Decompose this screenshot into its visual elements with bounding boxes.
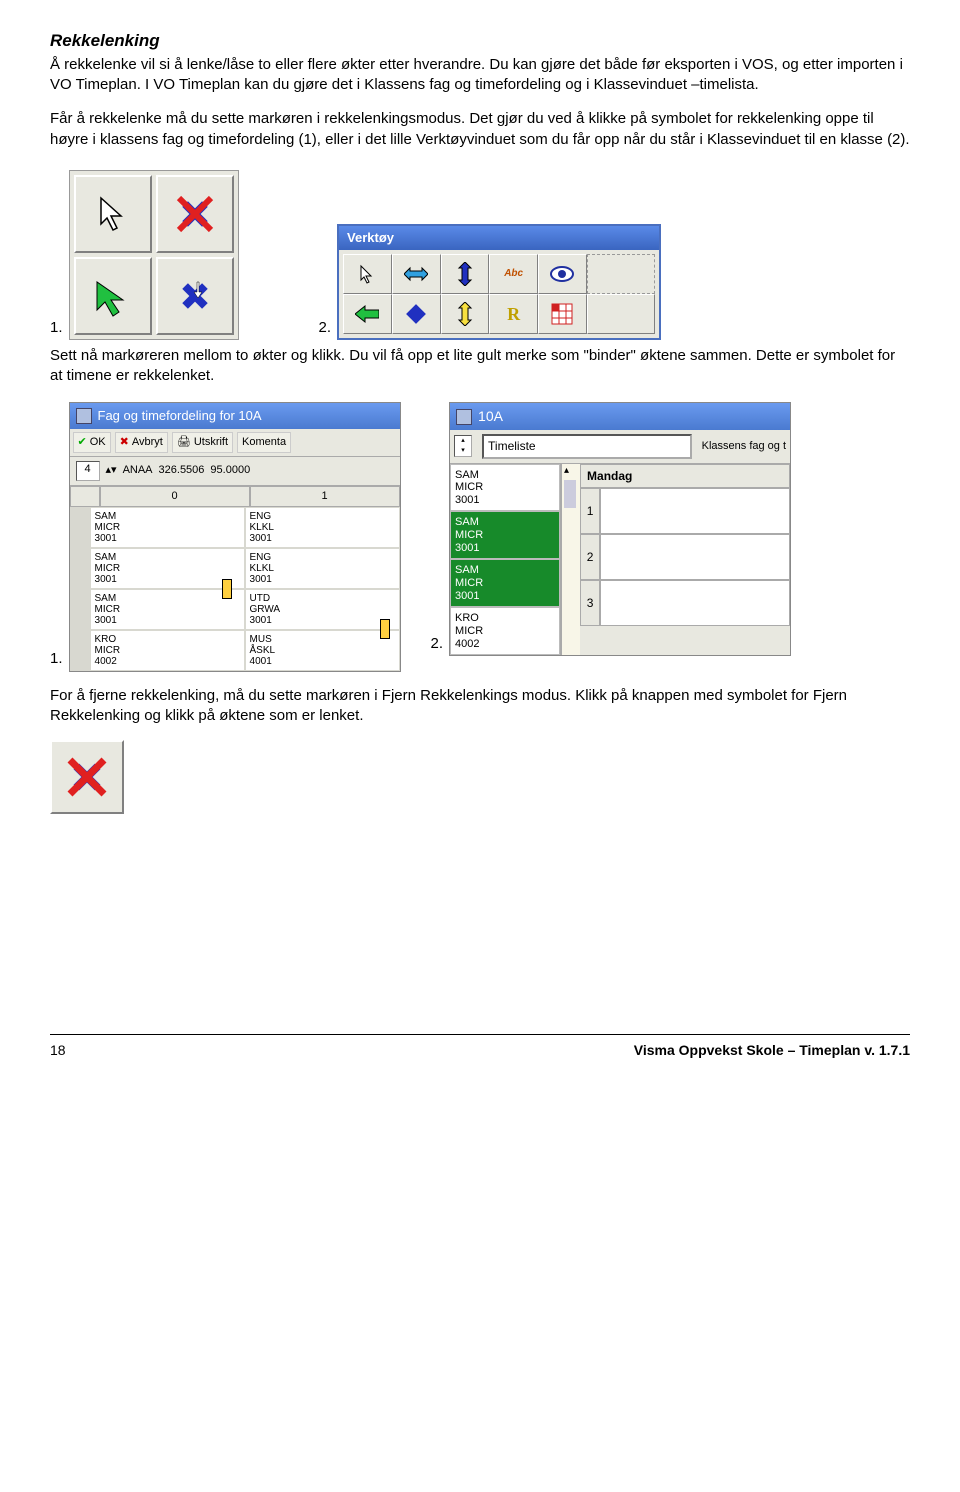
footer-product: Visma Oppvekst Skole – Timeplan v. 1.7.1 bbox=[634, 1041, 910, 1060]
row-num: 3 bbox=[580, 580, 600, 626]
list-item-selected[interactable]: SAM MICR 3001 bbox=[450, 559, 560, 607]
ok-button[interactable]: ✔OK bbox=[73, 432, 111, 453]
scrollbar[interactable] bbox=[561, 464, 580, 656]
timeslot[interactable] bbox=[600, 580, 790, 626]
figure-label-1a: 1. bbox=[50, 318, 63, 340]
pointer-tool-button[interactable] bbox=[74, 175, 152, 253]
avbryt-button[interactable]: ✖Avbryt bbox=[115, 432, 168, 453]
rekkelenke-marker bbox=[380, 619, 390, 639]
row-num: 1 bbox=[580, 488, 600, 534]
rekkelenke-marker bbox=[222, 579, 232, 599]
table-cell[interactable]: UTD GRWA 3001 bbox=[245, 589, 400, 630]
rekkelenking-button[interactable] bbox=[156, 257, 234, 335]
figure-label-2b: 2. bbox=[431, 634, 444, 656]
win2-title: 10A bbox=[450, 403, 790, 430]
fjern-rekkelenking-icon-large[interactable] bbox=[50, 740, 124, 814]
win1-toolbar: ✔OK ✖Avbryt 🖨Utskrift Komenta bbox=[70, 429, 400, 457]
r-icon[interactable]: R bbox=[489, 294, 538, 334]
col-hdr-0: 0 bbox=[100, 486, 250, 507]
timeliste-column: SAM MICR 3001 SAM MICR 3001 SAM MICR 300… bbox=[450, 464, 561, 656]
figure-label-2a: 2. bbox=[319, 318, 332, 340]
klassens-fag-label: Klassens fag og t bbox=[702, 439, 786, 454]
win1-title-text: Fag og timefordeling for 10A bbox=[98, 407, 262, 425]
klasse-10a-window: 10A ▴▾ Timeliste Klassens fag og t SAM M… bbox=[449, 402, 791, 656]
win1-title: Fag og timefordeling for 10A bbox=[70, 403, 400, 429]
list-item-selected[interactable]: SAM MICR 3001 bbox=[450, 511, 560, 559]
paragraph-2: Får å rekkelenke må du sette markøren i … bbox=[50, 109, 910, 150]
abc-icon[interactable]: Abc bbox=[489, 254, 538, 294]
vertical-yellow-icon[interactable] bbox=[441, 294, 490, 334]
col-hdr-1: 1 bbox=[250, 486, 400, 507]
heading-rekkelenking: Rekkelenking bbox=[50, 30, 910, 53]
table-cell[interactable]: KRO MICR 4002 bbox=[90, 630, 245, 671]
timeliste-combo[interactable]: Timeliste bbox=[482, 434, 692, 458]
h-swap-icon[interactable] bbox=[392, 254, 441, 294]
pointer-icon[interactable] bbox=[343, 254, 392, 294]
table-cell[interactable]: ENG KLKL 3001 bbox=[245, 507, 400, 548]
field-95: 95.0000 bbox=[210, 463, 250, 478]
page-number: 18 bbox=[50, 1041, 66, 1060]
paragraph-3: Sett nå markøreren mellom to økter og kl… bbox=[50, 346, 910, 387]
table-cell[interactable]: ENG KLKL 3001 bbox=[245, 548, 400, 589]
move-arrow-button[interactable] bbox=[74, 257, 152, 335]
spin-value[interactable]: 4 bbox=[76, 461, 100, 481]
table-cell[interactable]: MUS ÅSKL 4001 bbox=[245, 630, 400, 671]
grid-red-icon[interactable] bbox=[538, 294, 587, 334]
field-326: 326.5506 bbox=[159, 463, 205, 478]
paragraph-4: For å fjerne rekkelenking, må du sette m… bbox=[50, 686, 910, 727]
list-item[interactable]: KRO MICR 4002 bbox=[450, 607, 560, 655]
spinner[interactable]: ▴▾ bbox=[454, 435, 472, 457]
empty-btn bbox=[587, 294, 655, 334]
verktoy-window: Verktøy Abc R bbox=[337, 224, 661, 340]
table-cell[interactable]: SAM MICR 3001 bbox=[90, 507, 245, 548]
fjern-rekkelenking-button[interactable] bbox=[156, 175, 234, 253]
window-icon bbox=[456, 409, 472, 425]
diamond-icon[interactable] bbox=[392, 294, 441, 334]
timeslot[interactable] bbox=[600, 534, 790, 580]
v-swap-icon[interactable] bbox=[441, 254, 490, 294]
mandag-header: Mandag bbox=[580, 464, 790, 488]
win2-title-text: 10A bbox=[478, 407, 503, 426]
figure-label-1b: 1. bbox=[50, 649, 63, 671]
verktoy-title: Verktøy bbox=[339, 226, 659, 250]
komenta-button[interactable]: Komenta bbox=[237, 432, 291, 453]
green-left-icon[interactable] bbox=[343, 294, 392, 334]
list-item[interactable]: SAM MICR 3001 bbox=[450, 464, 560, 512]
window-icon bbox=[76, 408, 92, 424]
eye-icon[interactable] bbox=[538, 254, 587, 294]
page-footer: 18 Visma Oppvekst Skole – Timeplan v. 1.… bbox=[50, 1034, 910, 1060]
field-anaa: ANAA bbox=[123, 463, 153, 478]
paragraph-1: Å rekkelenke vil si å lenke/låse to elle… bbox=[50, 55, 910, 96]
toolbar-rekkelenking-small bbox=[69, 170, 239, 340]
empty-slot bbox=[587, 254, 655, 294]
row-num: 2 bbox=[580, 534, 600, 580]
win1-params: 4 ▴▾ ANAA 326.5506 95.0000 bbox=[70, 457, 400, 486]
fag-timefordeling-window: Fag og timefordeling for 10A ✔OK ✖Avbryt… bbox=[69, 402, 401, 671]
utskrift-button[interactable]: 🖨Utskrift bbox=[172, 432, 233, 453]
timeslot[interactable] bbox=[600, 488, 790, 534]
